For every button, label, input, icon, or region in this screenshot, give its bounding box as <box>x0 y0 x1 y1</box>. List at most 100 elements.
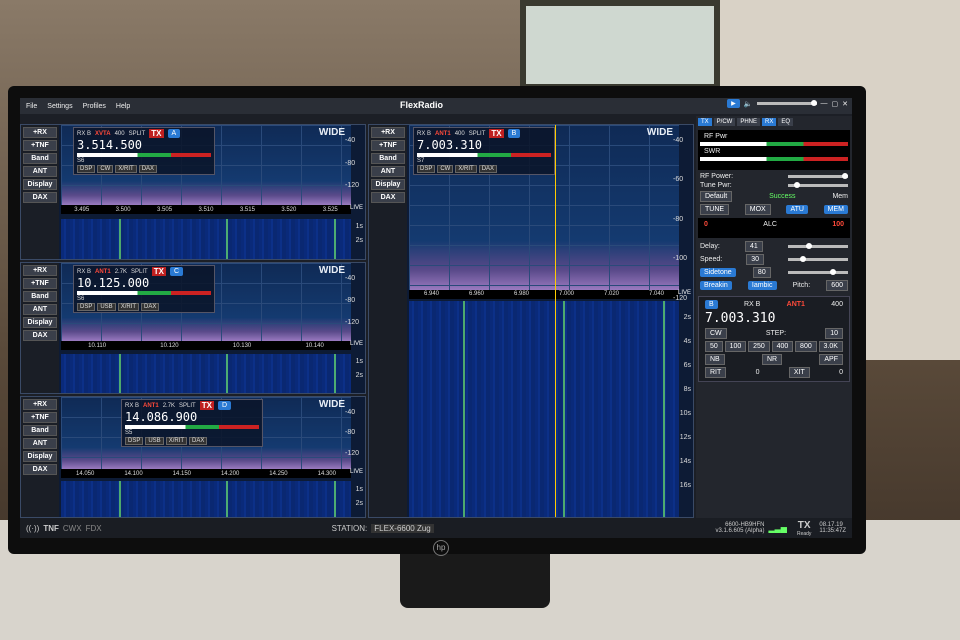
side-button-tnf[interactable]: +TNF <box>23 140 57 151</box>
mode-button-dax[interactable]: DAX <box>189 437 208 445</box>
side-button-display[interactable]: Display <box>23 317 57 328</box>
mode-select[interactable]: CW <box>705 328 727 339</box>
side-button-ant[interactable]: ANT <box>371 166 405 177</box>
side-button-rx[interactable]: +RX <box>23 399 57 410</box>
sidetone-value[interactable]: 80 <box>752 267 771 278</box>
side-button-band[interactable]: Band <box>23 291 57 302</box>
rit-value[interactable]: 0 <box>756 369 760 376</box>
menu-settings[interactable]: Settings <box>47 103 72 110</box>
side-button-tnf[interactable]: +TNF <box>371 140 405 151</box>
step-value[interactable]: 10 <box>825 328 843 339</box>
tune-button[interactable]: TUNE <box>700 204 730 215</box>
tab-pcw[interactable]: P/CW <box>713 118 736 126</box>
mode-button-dax[interactable]: DAX <box>141 303 160 311</box>
split-button[interactable]: SPLIT <box>131 269 148 275</box>
side-button-band[interactable]: Band <box>23 425 57 436</box>
xit-value[interactable]: 0 <box>839 369 843 376</box>
side-button-display[interactable]: Display <box>371 179 405 190</box>
panadapter-4[interactable]: +RX +TNF Band ANT Display DAX 6.940 6.960 6.980… <box>368 124 694 518</box>
rit-button[interactable]: RIT <box>705 367 727 378</box>
mode-button-cw[interactable]: CW <box>437 165 454 173</box>
slice-frequency[interactable]: 10.125.000 <box>77 276 211 290</box>
menu-help[interactable]: Help <box>116 103 130 110</box>
vfo-frequency[interactable]: 7.003.310 <box>705 311 775 326</box>
side-button-display[interactable]: Display <box>23 179 57 190</box>
menu-file[interactable]: File <box>26 103 37 110</box>
mode-button-dsp[interactable]: DSP <box>77 303 96 311</box>
filter-100[interactable]: 100 <box>724 341 747 352</box>
side-button-rx[interactable]: +RX <box>23 265 57 276</box>
side-button-tnf[interactable]: +TNF <box>23 412 57 423</box>
nb-button[interactable]: NB <box>705 354 725 365</box>
split-button[interactable]: SPLIT <box>179 403 196 409</box>
side-button-ant[interactable]: ANT <box>23 304 57 315</box>
delay-slider[interactable] <box>787 243 848 249</box>
speed-slider[interactable] <box>787 256 848 262</box>
side-button-band[interactable]: Band <box>371 153 405 164</box>
waterfall-display[interactable] <box>409 301 679 517</box>
vfo-ant[interactable]: ANT1 <box>787 301 805 308</box>
side-button-rx[interactable]: +RX <box>371 127 405 138</box>
tx-button[interactable]: TX <box>151 267 166 276</box>
mode-button-xrit[interactable]: X/RIT <box>115 165 137 173</box>
sidetone-button[interactable]: Sidetone <box>700 268 736 277</box>
carrier-marker[interactable] <box>555 125 556 517</box>
side-button-display[interactable]: Display <box>23 451 57 462</box>
mode-button-xrit[interactable]: X/RIT <box>117 303 140 311</box>
sidetone-slider[interactable] <box>788 269 848 275</box>
profile-select[interactable]: Default <box>700 191 733 202</box>
tnf-toggle[interactable]: TNF <box>43 524 59 533</box>
tab-rx[interactable]: RX <box>762 118 777 126</box>
panadapter-3[interactable]: +RX +TNF Band ANT Display DAX 14.050 14.100 14.… <box>20 396 366 518</box>
waterfall-display[interactable] <box>61 354 351 393</box>
rf-power-slider[interactable] <box>788 173 848 179</box>
slice-flag[interactable]: RX B ANT1 2.7K SPLIT TX C 10.125.000 S6 DSP USB X/… <box>73 265 215 313</box>
volume-slider[interactable] <box>756 100 817 106</box>
panadapter-2[interactable]: +RX +TNF Band ANT Display DAX 10.110 10.120 10.… <box>20 262 366 394</box>
mode-button-cw[interactable]: CW <box>97 165 114 173</box>
tx-button[interactable]: TX <box>199 401 214 410</box>
station-name[interactable]: FLEX-6600 Zug <box>371 523 434 533</box>
delay-value[interactable]: 41 <box>745 241 763 252</box>
waterfall-display[interactable] <box>61 481 351 517</box>
mode-button-xrit[interactable]: X/RIT <box>455 165 477 173</box>
nr-button[interactable]: NR <box>761 354 783 365</box>
breakin-button[interactable]: Breakin <box>700 281 732 290</box>
filter-800[interactable]: 800 <box>795 341 817 352</box>
side-button-ant[interactable]: ANT <box>23 166 57 177</box>
tune-power-slider[interactable] <box>788 182 848 188</box>
tab-tx[interactable]: TX <box>698 118 712 126</box>
antenna-select[interactable]: ANT1 <box>143 403 159 409</box>
tab-eq[interactable]: EQ <box>778 118 794 126</box>
cwx-toggle[interactable]: CWX <box>63 524 82 533</box>
side-button-dax[interactable]: DAX <box>23 192 57 203</box>
maximize-icon[interactable]: ▢ <box>832 100 839 108</box>
mode-button-usb[interactable]: USB <box>145 437 164 445</box>
filter-30K[interactable]: 3.0K <box>818 341 843 352</box>
mode-button-dax[interactable]: DAX <box>478 165 498 173</box>
slice-flag[interactable]: RX B ANT1 400 SPLIT TX B 7.003.310 S7 DSP CW X/RIT… <box>413 127 555 175</box>
filter-400[interactable]: 400 <box>771 341 794 352</box>
antenna-select[interactable]: XVTA <box>95 131 111 137</box>
side-button-ant[interactable]: ANT <box>23 438 57 449</box>
antenna-select[interactable]: ANT1 <box>95 269 111 275</box>
mode-button-dax[interactable]: DAX <box>138 165 158 173</box>
mode-button-xrit[interactable]: X/RIT <box>165 437 188 445</box>
antenna-select[interactable]: ANT1 <box>435 131 451 137</box>
mox-button[interactable]: MOX <box>744 204 771 215</box>
filter-50[interactable]: 50 <box>705 341 723 352</box>
side-button-tnf[interactable]: +TNF <box>23 278 57 289</box>
side-button-dax[interactable]: DAX <box>23 464 57 475</box>
side-button-band[interactable]: Band <box>23 153 57 164</box>
tab-phne[interactable]: PHNE <box>737 118 761 126</box>
apf-button[interactable]: APF <box>819 354 843 365</box>
split-button[interactable]: SPLIT <box>469 131 486 137</box>
speed-value[interactable]: 30 <box>746 254 764 265</box>
xit-button[interactable]: XIT <box>788 367 810 378</box>
fdx-toggle[interactable]: FDX <box>86 524 102 533</box>
mem-button[interactable]: MEM <box>823 205 848 214</box>
filter-250[interactable]: 250 <box>748 341 770 352</box>
side-button-rx[interactable]: +RX <box>23 127 57 138</box>
slice-frequency[interactable]: 7.003.310 <box>417 138 551 152</box>
side-button-dax[interactable]: DAX <box>23 330 57 341</box>
